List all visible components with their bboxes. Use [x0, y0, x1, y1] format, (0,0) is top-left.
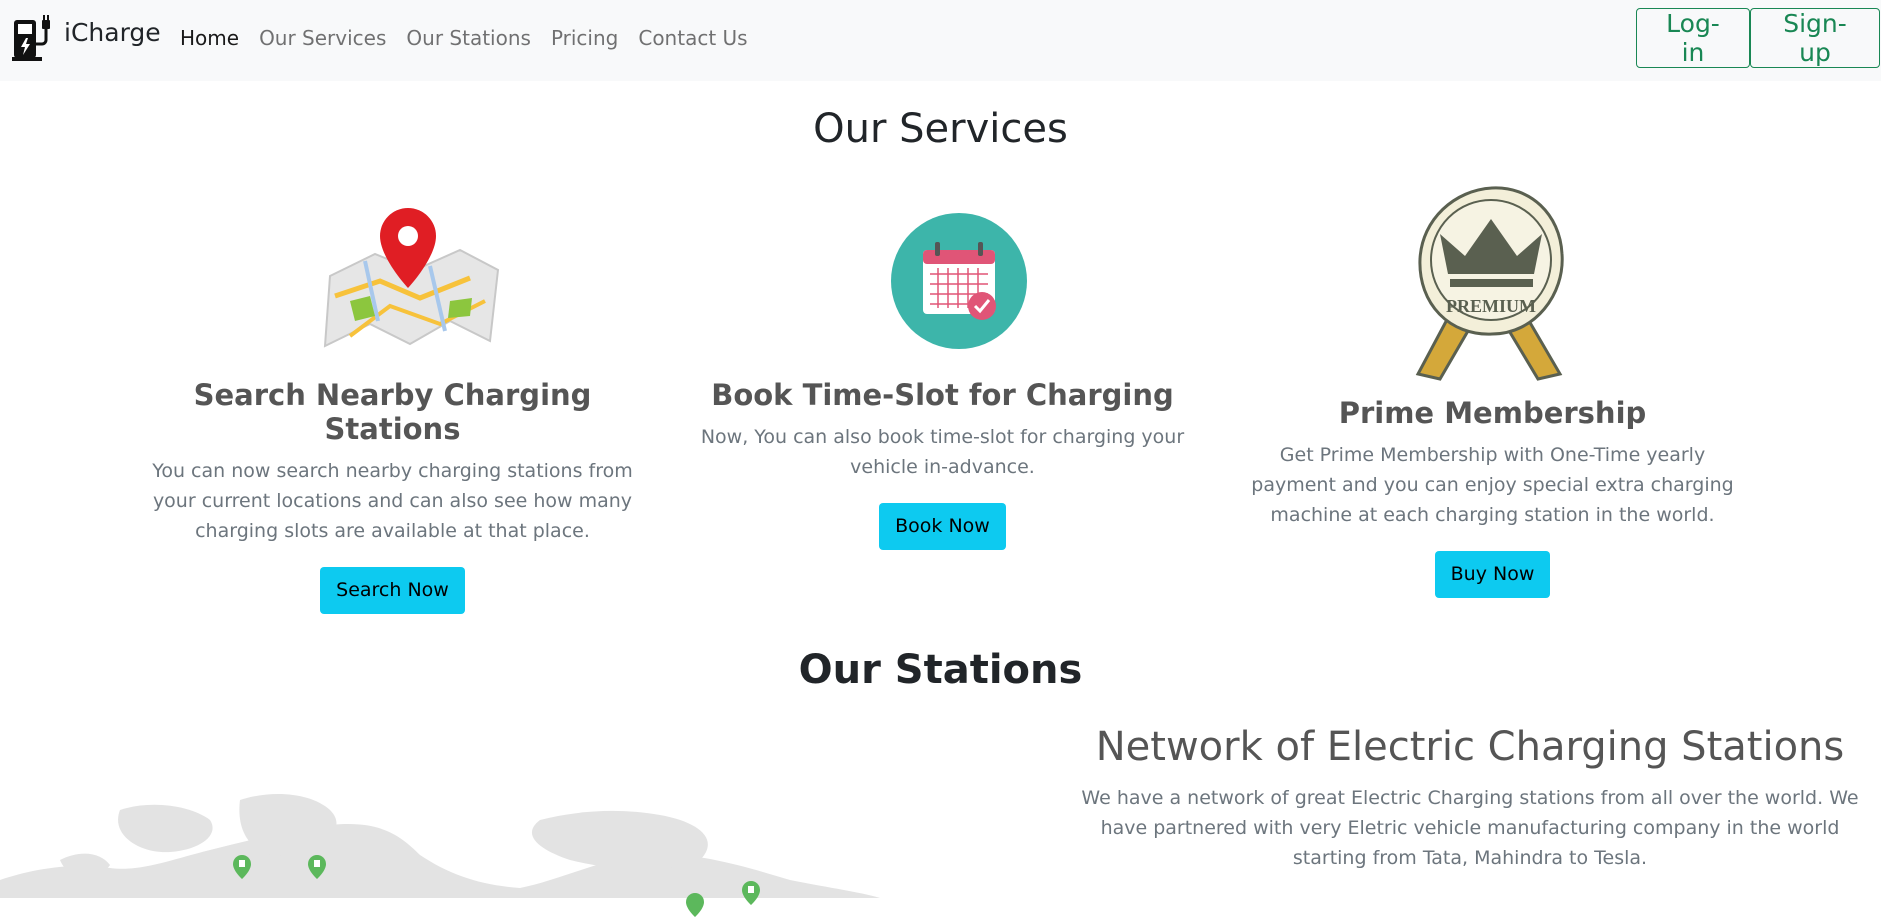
stations-title: Our Stations	[798, 647, 1083, 693]
login-button[interactable]: Log-in	[1636, 8, 1750, 68]
premium-crown-badge-icon: PREMIUM	[1240, 184, 1745, 396]
ev-charger-icon	[12, 14, 56, 62]
service-description: Get Prime Membership with One-Time yearl…	[1251, 444, 1734, 526]
premium-badge-text: PREMIUM	[1446, 296, 1536, 316]
service-card-book: Book Time-Slot for Charging Now, You can…	[690, 212, 1195, 550]
nav-pricing[interactable]: Pricing	[551, 26, 618, 50]
nav-our-stations[interactable]: Our Stations	[406, 26, 531, 50]
map-pin-icon	[140, 206, 645, 378]
service-description: Now, You can also book time-slot for cha…	[700, 426, 1185, 478]
nav-our-services[interactable]: Our Services	[259, 26, 386, 50]
service-description: You can now search nearby charging stati…	[152, 460, 633, 542]
book-now-button[interactable]: Book Now	[879, 503, 1006, 550]
buy-now-button[interactable]: Buy Now	[1434, 551, 1551, 598]
signup-button[interactable]: Sign-up	[1750, 8, 1880, 68]
network-title: Network of Electric Charging Stations	[1095, 724, 1845, 770]
service-card-prime: PREMIUM Prime Membership Get Prime Membe…	[1240, 184, 1745, 598]
auth-buttons: Log-in Sign-up	[1636, 8, 1880, 68]
charging-station-marker-icon	[742, 881, 760, 905]
search-now-button[interactable]: Search Now	[320, 567, 465, 614]
service-title: Prime Membership	[1338, 396, 1647, 430]
service-title: Book Time-Slot for Charging	[711, 378, 1174, 412]
services-title: Our Services	[813, 106, 1068, 152]
service-card-search: Search Nearby Charging Stations You can …	[140, 206, 645, 614]
service-title: Search Nearby Charging Stations	[193, 378, 592, 446]
network-description: We have a network of great Electric Char…	[1081, 787, 1859, 869]
world-map-icon	[0, 780, 880, 917]
calendar-check-icon	[690, 212, 1195, 378]
charging-station-marker-icon	[233, 855, 251, 879]
nav-links: Home Our Services Our Stations Pricing C…	[180, 26, 768, 50]
charging-station-marker-icon	[686, 893, 704, 917]
nav-contact-us[interactable]: Contact Us	[638, 26, 747, 50]
charging-station-marker-icon	[308, 855, 326, 879]
navbar: iCharge Home Our Services Our Stations P…	[0, 0, 1881, 81]
brand-name: iCharge	[64, 17, 161, 47]
nav-home[interactable]: Home	[180, 26, 239, 50]
brand[interactable]: iCharge	[12, 14, 161, 62]
